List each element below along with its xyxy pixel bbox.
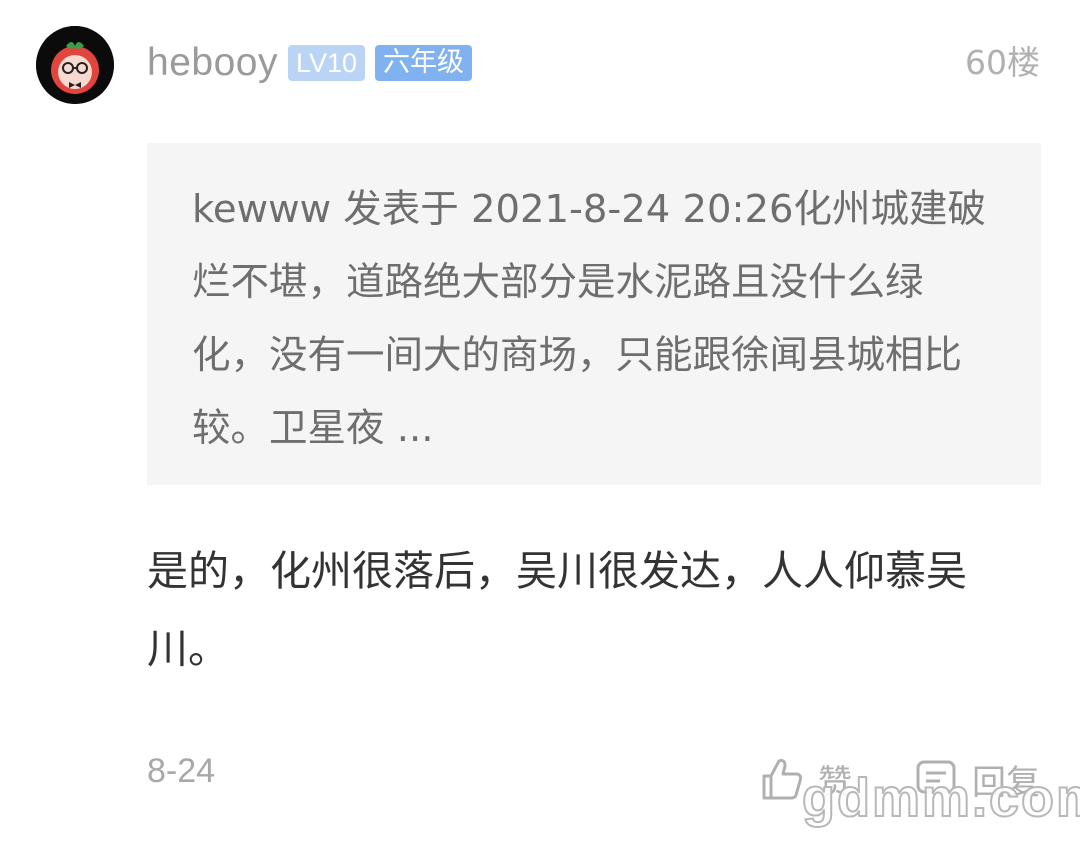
thumbs-up-icon xyxy=(762,759,803,800)
grade-badge: 六年级 xyxy=(375,45,473,81)
avatar-image-icon xyxy=(36,26,114,104)
quote-block: kewww 发表于 2021-8-24 20:26化州城建破烂不堪，道路绝大部分… xyxy=(147,143,1041,485)
post-date: 8-24 xyxy=(147,752,216,790)
reply-content: 是的，化州很落后，吴川很发达，人人仰慕吴川。 xyxy=(147,547,967,673)
quote-text: kewww 发表于 2021-8-24 20:26化州城建破烂不堪，道路绝大部分… xyxy=(192,187,986,451)
username[interactable]: hebooy xyxy=(147,41,278,85)
watermark: gdmm.com xyxy=(801,767,1080,829)
post-header: hebooy LV10 六年级 xyxy=(147,38,482,88)
forum-post: hebooy LV10 六年级 60楼 kewww 发表于 2021-8-24 … xyxy=(0,0,1080,855)
level-badge: LV10 xyxy=(287,45,366,81)
avatar[interactable] xyxy=(36,26,114,104)
floor-number: 60楼 xyxy=(965,43,1040,82)
